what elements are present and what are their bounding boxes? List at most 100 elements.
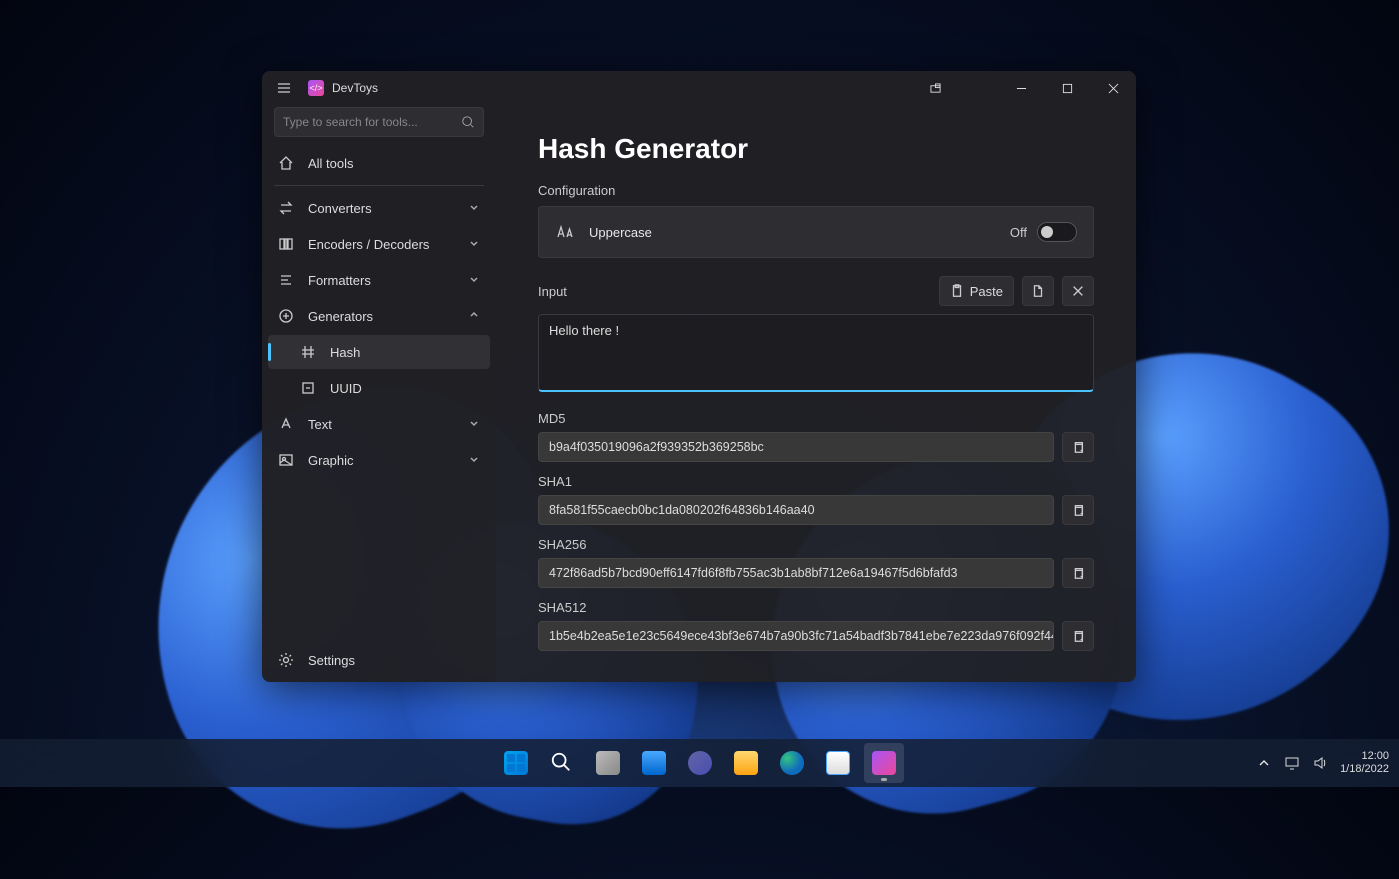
system-tray[interactable]: 12:00 1/18/2022 xyxy=(1256,750,1389,776)
nav-label: Settings xyxy=(308,653,355,668)
md5-label: MD5 xyxy=(538,411,1094,426)
chevron-down-icon xyxy=(468,237,480,252)
copy-icon xyxy=(1071,503,1085,517)
graphic-icon xyxy=(278,452,294,468)
nav-label: UUID xyxy=(330,381,362,396)
uppercase-config: Uppercase Off xyxy=(538,206,1094,258)
uppercase-toggle[interactable] xyxy=(1037,222,1077,242)
titlebar: </> DevToys xyxy=(262,71,1136,105)
nav-label: Converters xyxy=(308,201,372,216)
nav-hash[interactable]: Hash xyxy=(268,335,490,369)
chevron-down-icon xyxy=(468,201,480,216)
input-textarea[interactable] xyxy=(538,314,1094,392)
chevron-down-icon xyxy=(468,417,480,432)
md5-value[interactable]: b9a4f035019096a2f939352b369258bc xyxy=(538,432,1054,462)
formatters-icon xyxy=(278,272,294,288)
sha512-label: SHA512 xyxy=(538,600,1094,615)
generators-icon xyxy=(278,308,294,324)
tray-time-text: 12:00 xyxy=(1340,750,1389,763)
tray-chevron-up-icon[interactable] xyxy=(1256,755,1272,771)
page-title: Hash Generator xyxy=(538,133,1094,165)
nav-separator xyxy=(274,185,484,186)
taskbar-edge[interactable] xyxy=(772,743,812,783)
nav-encoders[interactable]: Encoders / Decoders xyxy=(268,227,490,261)
uuid-icon xyxy=(300,380,316,396)
chevron-down-icon xyxy=(468,273,480,288)
nav-all-tools[interactable]: All tools xyxy=(268,146,490,180)
taskbar: 12:00 1/18/2022 xyxy=(0,739,1399,787)
hamburger-menu[interactable] xyxy=(272,76,296,100)
text-icon xyxy=(278,416,294,432)
search-box[interactable] xyxy=(274,107,484,137)
chevron-down-icon xyxy=(468,453,480,468)
converters-icon xyxy=(278,200,294,216)
config-label: Configuration xyxy=(538,183,1094,198)
search-input[interactable] xyxy=(283,115,461,129)
copy-icon xyxy=(1071,566,1085,580)
sha256-value[interactable]: 472f86ad5b7bcd90eff6147fd6f8fb755ac3b1ab… xyxy=(538,558,1054,588)
encoders-icon xyxy=(278,236,294,252)
compact-overlay-button[interactable] xyxy=(912,71,958,105)
sha1-value[interactable]: 8fa581f55caecb0bc1da080202f64836b146aa40 xyxy=(538,495,1054,525)
nav-converters[interactable]: Converters xyxy=(268,191,490,225)
sha512-copy-button[interactable] xyxy=(1062,621,1094,651)
nav-text[interactable]: Text xyxy=(268,407,490,441)
gear-icon xyxy=(278,652,294,668)
tray-date-text: 1/18/2022 xyxy=(1340,763,1389,776)
app-title: DevToys xyxy=(332,81,378,95)
close-icon xyxy=(1071,284,1085,298)
tray-monitor-icon[interactable] xyxy=(1284,755,1300,771)
search-icon xyxy=(461,115,475,129)
taskbar-taskview[interactable] xyxy=(588,743,628,783)
sha1-copy-button[interactable] xyxy=(1062,495,1094,525)
tray-clock[interactable]: 12:00 1/18/2022 xyxy=(1340,750,1389,776)
taskbar-search[interactable] xyxy=(542,743,582,783)
nav-generators[interactable]: Generators xyxy=(268,299,490,333)
nav-formatters[interactable]: Formatters xyxy=(268,263,490,297)
maximize-button[interactable] xyxy=(1044,71,1090,105)
minimize-button[interactable] xyxy=(998,71,1044,105)
open-file-button[interactable] xyxy=(1022,276,1054,306)
nav-label: Hash xyxy=(330,345,360,360)
copy-icon xyxy=(1071,629,1085,643)
paste-button[interactable]: Paste xyxy=(939,276,1014,306)
nav-settings[interactable]: Settings xyxy=(268,643,490,677)
taskbar-store[interactable] xyxy=(818,743,858,783)
paste-label: Paste xyxy=(970,284,1003,299)
uppercase-label: Uppercase xyxy=(589,225,1010,240)
nav-uuid[interactable]: UUID xyxy=(268,371,490,405)
copy-icon xyxy=(1071,440,1085,454)
sha256-label: SHA256 xyxy=(538,537,1094,552)
sha512-value[interactable]: 1b5e4b2ea5e1e23c5649ece43bf3e674b7a90b3f… xyxy=(538,621,1054,651)
app-icon: </> xyxy=(308,80,324,96)
main-content: Hash Generator Configuration Uppercase O… xyxy=(496,105,1136,682)
nav-graphic[interactable]: Graphic xyxy=(268,443,490,477)
close-button[interactable] xyxy=(1090,71,1136,105)
chevron-up-icon xyxy=(468,309,480,324)
sha1-label: SHA1 xyxy=(538,474,1094,489)
nav-label: Formatters xyxy=(308,273,371,288)
taskbar-teams[interactable] xyxy=(680,743,720,783)
sha256-copy-button[interactable] xyxy=(1062,558,1094,588)
taskbar-devtoys[interactable] xyxy=(864,743,904,783)
hash-icon xyxy=(300,344,316,360)
md5-copy-button[interactable] xyxy=(1062,432,1094,462)
taskbar-widgets[interactable] xyxy=(634,743,674,783)
nav-label: Generators xyxy=(308,309,373,324)
uppercase-icon xyxy=(555,223,573,241)
tray-volume-icon[interactable] xyxy=(1312,755,1328,771)
start-button[interactable] xyxy=(496,743,536,783)
nav-label: Graphic xyxy=(308,453,354,468)
sidebar: All tools Converters Encoders / Decoders… xyxy=(262,105,496,682)
clipboard-icon xyxy=(950,284,964,298)
nav-label: Encoders / Decoders xyxy=(308,237,429,252)
input-label: Input xyxy=(538,284,931,299)
home-icon xyxy=(278,155,294,171)
nav-label: Text xyxy=(308,417,332,432)
clear-button[interactable] xyxy=(1062,276,1094,306)
taskbar-explorer[interactable] xyxy=(726,743,766,783)
nav-label: All tools xyxy=(308,156,354,171)
uppercase-state: Off xyxy=(1010,225,1027,240)
app-window: </> DevToys All tools xyxy=(262,71,1136,682)
file-icon xyxy=(1031,284,1045,298)
